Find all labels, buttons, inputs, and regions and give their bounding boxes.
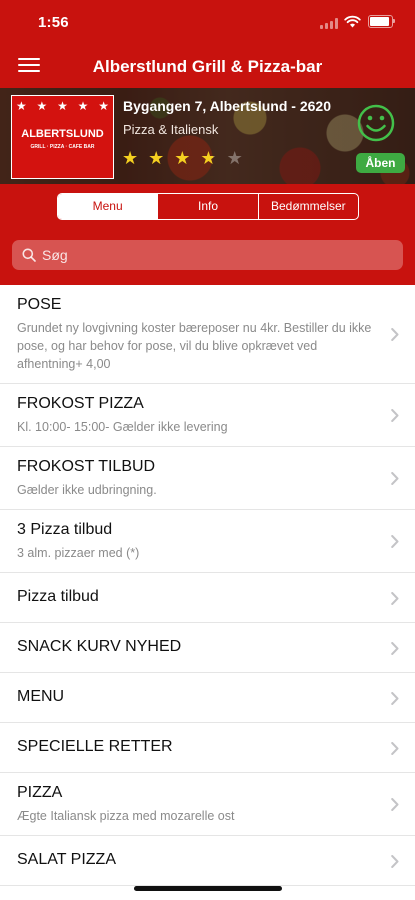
menu-item-3-pizza-tilbud[interactable]: 3 Pizza tilbud 3 alm. pizzaer med (*): [0, 510, 415, 573]
star-empty-icon: ★: [226, 148, 253, 168]
restaurant-address: Bygangen 7, Albertslund - 2620: [123, 98, 331, 114]
home-indicator: [134, 886, 282, 891]
menu-item-title: FROKOST TILBUD: [17, 458, 156, 475]
menu-item-pizza-tilbud[interactable]: Pizza tilbud: [0, 573, 415, 623]
menu-item-title: SPECIELLE RETTER: [17, 738, 173, 755]
chevron-right-icon: [391, 854, 399, 868]
menu-item-salat-pizza[interactable]: SALAT PIZZA: [0, 836, 415, 886]
battery-cap: [393, 19, 395, 23]
app-title: Alberstlund Grill & Pizza-bar: [92, 57, 323, 76]
chevron-right-icon: [391, 641, 399, 655]
menu-item-pose[interactable]: POSE Grundet ny lovgivning koster bærepo…: [0, 285, 415, 384]
tab-reviews[interactable]: Bedømmelser: [259, 194, 358, 219]
menu-item-title: SNACK KURV NYHED: [17, 638, 182, 655]
search-bar: [12, 240, 403, 270]
menu-item-frokost-pizza[interactable]: FROKOST PIZZA Kl. 10:00- 15:00- Gælder i…: [0, 384, 415, 447]
chevron-right-icon: [391, 591, 399, 605]
logo-subtitle: GRILL · PIZZA · CAFE BAR: [30, 144, 95, 150]
chevron-right-icon: [391, 535, 399, 548]
menu-list: POSE Grundet ny lovgivning koster bærepo…: [0, 285, 415, 900]
menu-item-frokost-tilbud[interactable]: FROKOST TILBUD Gælder ikke udbringning.: [0, 447, 415, 510]
menu-item-description: Grundet ny lovgivning koster bæreposer n…: [17, 321, 372, 371]
chevron-right-icon: [391, 691, 399, 705]
menu-item-description: 3 alm. pizzaer med (*): [17, 546, 140, 560]
star-half-icon: ★: [200, 148, 227, 168]
menu-item-description: Ægte Italiansk pizza med mozarelle ost: [17, 809, 235, 823]
status-bar: 1:56: [0, 0, 415, 44]
menu-item-title: Pizza tilbud: [17, 588, 99, 605]
tab-menu[interactable]: Menu: [58, 194, 159, 219]
rating-stars: ★★★★★: [122, 148, 253, 169]
search-input[interactable]: [42, 240, 392, 270]
logo-stars: ★ ★ ★ ★ ★: [16, 99, 109, 113]
menu-item-title: 3 Pizza tilbud: [17, 521, 113, 538]
menu-item-snack-kurv-nyhed[interactable]: SNACK KURV NYHED: [0, 623, 415, 673]
tab-info[interactable]: Info: [158, 194, 259, 219]
logo-name: ALBERTSLUND: [21, 128, 104, 140]
signal-icon: [320, 18, 338, 29]
open-status-badge: Åben: [356, 153, 405, 173]
menu-item-title: MENU: [17, 688, 65, 705]
menu-item-specielle-retter[interactable]: SPECIELLE RETTER: [0, 723, 415, 773]
chevron-right-icon: [391, 741, 399, 755]
status-time: 1:56: [38, 14, 69, 31]
menu-item-title: FROKOST PIZZA: [17, 395, 144, 412]
menu-item-description: Gælder ikke udbringning.: [17, 483, 157, 497]
menu-item-description: Kl. 10:00- 15:00- Gælder ikke levering: [17, 420, 228, 434]
star-icon: ★: [122, 148, 149, 168]
star-icon: ★: [174, 148, 201, 168]
chevron-right-icon: [391, 472, 399, 485]
segmented-control: Menu Info Bedømmelser: [57, 193, 359, 220]
chevron-right-icon: [391, 798, 399, 811]
smiley-icon: [357, 104, 395, 142]
menu-item-menu[interactable]: MENU: [0, 673, 415, 723]
wifi-icon: [344, 15, 361, 28]
chevron-right-icon: [391, 409, 399, 422]
menu-item-title: SALAT PIZZA: [17, 851, 116, 868]
restaurant-logo: ★ ★ ★ ★ ★ ALBERTSLUND GRILL · PIZZA · CAFE B…: [11, 95, 114, 179]
search-icon: [22, 248, 36, 262]
menu-item-title: PIZZA: [17, 784, 63, 801]
menu-item-pizza[interactable]: PIZZA Ægte Italiansk pizza med mozarelle…: [0, 773, 415, 836]
chevron-right-icon: [391, 328, 399, 341]
star-icon: ★: [148, 148, 175, 168]
restaurant-cuisine: Pizza & Italiensk: [123, 122, 219, 137]
battery-icon: [368, 15, 393, 28]
nav-bar: Alberstlund Grill & Pizza-bar: [0, 44, 415, 88]
restaurant-banner: ★ ★ ★ ★ ★ ALBERTSLUND GRILL · PIZZA · CAFE B…: [0, 88, 415, 184]
menu-item-title: POSE: [17, 296, 62, 313]
